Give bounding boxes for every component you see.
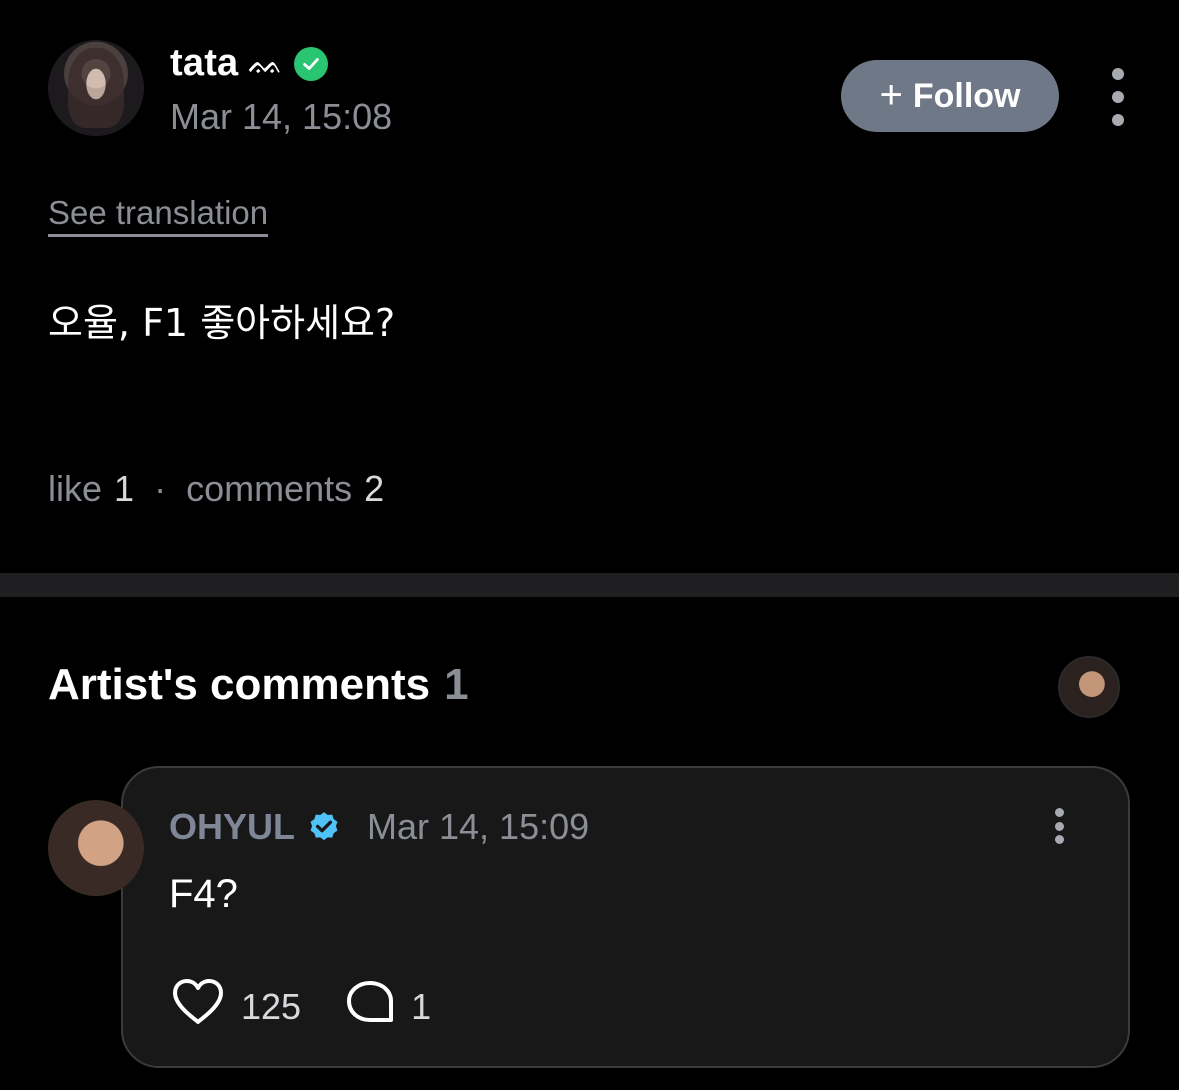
commenter-avatar[interactable]: [48, 800, 144, 896]
follow-button[interactable]: + Follow: [841, 60, 1059, 132]
comments-label[interactable]: comments: [186, 468, 352, 510]
verified-green-icon: [293, 46, 328, 81]
post-date: Mar 14, 15:08: [170, 96, 393, 137]
artist-comments-header: Artist's comments 1: [48, 660, 469, 710]
like-count: 1: [114, 468, 135, 509]
post-text: 오율, F1 좋아하세요?: [48, 301, 396, 345]
post-page: tata ᨐ Mar 14, 15:08 + Follow See transl…: [0, 0, 1179, 1090]
name-decoration-icon: ᨐ: [248, 46, 284, 80]
author-row: tata ᨐ: [170, 42, 328, 85]
comment-header: OHYUL Mar 14, 15:09: [169, 806, 589, 848]
see-translation-link[interactable]: See translation: [48, 194, 269, 237]
follow-label: Follow: [912, 76, 1021, 115]
plus-icon: +: [879, 73, 903, 117]
comment-author[interactable]: OHYUL: [169, 806, 295, 848]
comment-more-icon[interactable]: [1052, 808, 1066, 844]
author-name[interactable]: tata: [170, 42, 238, 85]
comment-text: F4?: [169, 872, 238, 916]
post-stats: like 1 · comments 2: [48, 468, 384, 510]
comment-like-button[interactable]: 125: [171, 978, 301, 1035]
comment-reply-count: 1: [411, 985, 432, 1027]
more-options-icon[interactable]: [1106, 68, 1130, 126]
artist-comments-count: 1: [444, 660, 469, 709]
artist-avatar-small[interactable]: [1058, 656, 1120, 718]
like-label[interactable]: like: [48, 468, 102, 510]
comment-like-count: 125: [241, 985, 302, 1027]
post-header: tata ᨐ Mar 14, 15:08 + Follow: [48, 40, 1139, 140]
stats-separator: ·: [154, 468, 167, 509]
artist-comments-title: Artist's comments: [48, 660, 431, 709]
section-divider: [0, 573, 1179, 597]
comment-date: Mar 14, 15:09: [367, 806, 590, 847]
author-avatar[interactable]: [48, 40, 144, 136]
verified-blue-icon: [307, 810, 341, 844]
heart-icon: [171, 978, 225, 1035]
comment-reply-button[interactable]: 1: [345, 979, 431, 1034]
comment-actions: 125 1: [171, 978, 475, 1035]
speech-bubble-icon: [345, 979, 395, 1034]
comments-count: 2: [364, 468, 385, 509]
